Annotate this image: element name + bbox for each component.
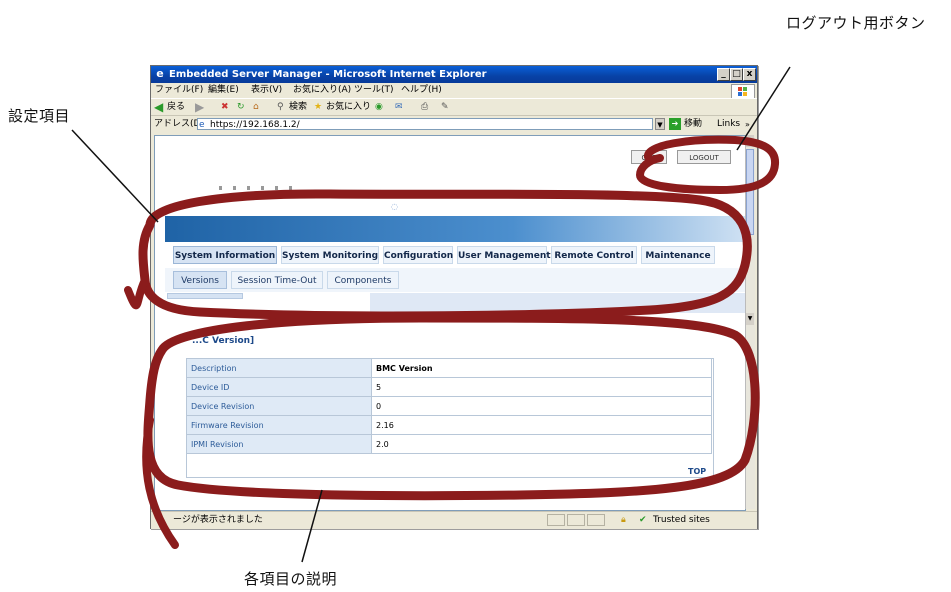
stop-icon[interactable]: ✖ (221, 99, 229, 115)
menu-favorites[interactable]: お気に入り(A) (293, 83, 351, 98)
subtab-components[interactable]: Components (327, 271, 399, 289)
print-icon[interactable]: ⎙ (421, 99, 428, 115)
row-label: IPMI Revision (186, 434, 372, 454)
address-url: https://192.168.1.2/ (210, 120, 300, 130)
row-label: Description (186, 358, 372, 378)
tab-remote-control[interactable]: Remote Control (551, 246, 637, 264)
row-label: Firmware Revision (186, 415, 372, 435)
row-label: Device Revision (186, 396, 372, 416)
scroll-thumb[interactable] (746, 149, 754, 235)
windows-logo-icon (731, 84, 755, 99)
nav-banner (165, 216, 745, 242)
table-row: Device ID 5 (186, 377, 712, 397)
scroll-down-icon[interactable]: ▼ (746, 313, 754, 325)
page-content: OUT LOGOUT ◌ System Information System M… (154, 135, 746, 511)
subtab-versions[interactable]: Versions (173, 271, 227, 289)
window-title: Embedded Server Manager - Microsoft Inte… (169, 69, 487, 80)
callout-logout-label: ログアウト用ボタン (786, 14, 926, 32)
version-table: Description BMC Version Device ID 5 Devi… (186, 358, 712, 454)
home-icon[interactable]: ⌂ (253, 99, 259, 115)
tab-configuration[interactable]: Configuration (383, 246, 453, 264)
refresh-icon[interactable]: ↻ (237, 99, 245, 115)
row-value: 0 (371, 396, 712, 416)
top-link[interactable]: TOP (688, 467, 706, 476)
tab-system-information[interactable]: System Information (173, 246, 277, 264)
maximize-button[interactable]: □ (730, 68, 743, 81)
scroll-up-icon[interactable]: ▲ (746, 135, 754, 147)
browser-window: e Embedded Server Manager - Microsoft In… (150, 65, 758, 529)
favorites-star-icon[interactable]: ★ (314, 99, 322, 115)
lock-icon: 🔒︎ (621, 515, 626, 525)
menu-tools[interactable]: ツール(T) (354, 83, 394, 98)
chevron-right-icon[interactable]: » (745, 116, 750, 133)
row-value: 5 (371, 377, 712, 397)
settings-annotation-tail (124, 276, 149, 310)
go-arrow-icon[interactable]: ➔ (669, 118, 681, 130)
spinner-icon: ◌ (391, 202, 398, 211)
row-value: 2.0 (371, 434, 712, 454)
section-title: ...C Version] (192, 336, 255, 346)
logo-fragment (219, 186, 299, 190)
favorites-button[interactable]: お気に入り (326, 99, 371, 115)
zone-label: Trusted sites (653, 515, 710, 525)
subtab-session-timeout[interactable]: Session Time-Out (231, 271, 323, 289)
logout-button[interactable]: LOGOUT (677, 150, 731, 164)
search-button[interactable]: 検索 (289, 99, 307, 115)
menu-edit[interactable]: 編集(E) (208, 83, 239, 98)
address-input[interactable]: e https://192.168.1.2/ (197, 118, 653, 130)
page-icon: e (199, 120, 205, 130)
media-icon[interactable]: ◉ (375, 99, 383, 115)
go-button[interactable]: 移動 (684, 116, 702, 133)
menu-view[interactable]: 表示(V) (251, 83, 282, 98)
address-bar: アドレス(D) e https://192.168.1.2/ ▼ ➔ 移動 Li… (151, 115, 757, 133)
sub-tabs: Versions Session Time-Out Components (165, 268, 745, 292)
main-tabs: System Information System Monitoring Con… (165, 242, 745, 269)
toolbar: ◀ 戻る ▶ ✖ ↻ ⌂ ⚲ 検索 ★ お気に入り ◉ ✉ ⎙ ✎ (151, 98, 757, 115)
callout-description-label: 各項目の説明 (244, 570, 338, 588)
row-label: Device ID (186, 377, 372, 397)
tab-maintenance[interactable]: Maintenance (641, 246, 715, 264)
partial-logout-button[interactable]: OUT (631, 150, 667, 164)
minimize-button[interactable]: _ (717, 68, 730, 81)
search-icon[interactable]: ⚲ (277, 99, 284, 115)
content-band (370, 293, 745, 313)
edit-icon[interactable]: ✎ (441, 99, 449, 115)
title-bar: e Embedded Server Manager - Microsoft In… (151, 66, 757, 83)
vertical-scrollbar[interactable]: ▲ ▼ (745, 135, 755, 509)
mail-icon[interactable]: ✉ (395, 99, 403, 115)
table-row: Device Revision 0 (186, 396, 712, 416)
close-button[interactable]: x (743, 68, 756, 81)
links-button[interactable]: Links (717, 116, 740, 133)
settings-pointer-line (71, 129, 159, 223)
table-row: IPMI Revision 2.0 (186, 434, 712, 454)
back-arrow-icon[interactable]: ◀ (154, 99, 163, 115)
subtab-underline (167, 293, 243, 299)
table-row: Description BMC Version (186, 358, 712, 378)
tab-user-management[interactable]: User Management (457, 246, 551, 264)
row-value: BMC Version (371, 358, 712, 378)
callout-settings-label: 設定項目 (8, 107, 71, 125)
menu-help[interactable]: ヘルプ(H) (401, 83, 442, 98)
row-value: 2.16 (371, 415, 712, 435)
tab-system-monitoring[interactable]: System Monitoring (281, 246, 379, 264)
forward-arrow-icon[interactable]: ▶ (195, 99, 204, 115)
status-bar: ージが表示されました 🔒︎ ✔ Trusted sites (151, 511, 757, 529)
trusted-zone-icon: ✔ (639, 515, 647, 525)
menu-bar: ファイル(F) 編集(E) 表示(V) お気に入り(A) ツール(T) ヘルプ(… (151, 83, 757, 99)
menu-file[interactable]: ファイル(F) (155, 83, 203, 98)
table-row: Firmware Revision 2.16 (186, 415, 712, 435)
status-text: ージが表示されました (173, 515, 263, 525)
ie-logo-icon: e (156, 67, 164, 80)
back-button[interactable]: 戻る (167, 99, 185, 115)
address-dropdown-icon[interactable]: ▼ (655, 118, 665, 130)
